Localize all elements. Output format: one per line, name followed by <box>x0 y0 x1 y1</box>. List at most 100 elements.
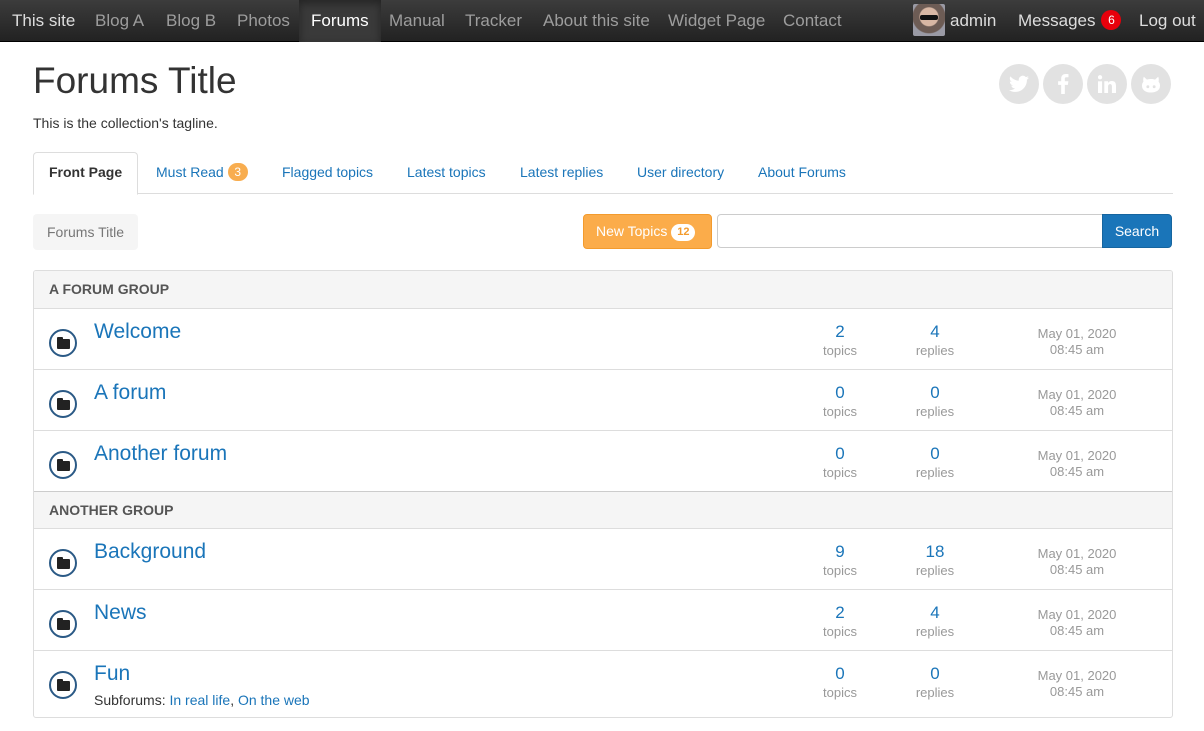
topics-stat: 0 topics <box>800 664 880 702</box>
topics-count[interactable]: 0 <box>800 664 880 684</box>
forum-row: A forum 0 topics 0 replies May 01, 2020 08:… <box>34 370 1172 431</box>
messages-count-badge: 6 <box>1101 10 1122 30</box>
folder-icon <box>49 329 77 357</box>
top-navbar: This site Blog A Blog B Photos Forums Ma… <box>0 0 1204 42</box>
replies-stat: 0 replies <box>895 383 975 421</box>
replies-count[interactable]: 4 <box>895 603 975 623</box>
forum-title-link[interactable]: A forum <box>94 381 166 405</box>
nav-contact[interactable]: Contact <box>783 0 842 42</box>
topics-count[interactable]: 2 <box>800 322 880 342</box>
tab-must-read-label: Must Read <box>156 164 224 180</box>
topics-stat: 2 topics <box>800 322 880 360</box>
github-icon[interactable] <box>1131 64 1171 104</box>
nav-blog-b[interactable]: Blog B <box>166 0 216 42</box>
nav-tracker[interactable]: Tracker <box>465 0 522 42</box>
topics-count[interactable]: 0 <box>800 383 880 403</box>
nav-manual[interactable]: Manual <box>389 0 445 42</box>
last-post-time: 08:45 am <box>1049 464 1105 479</box>
last-post-time: 08:45 am <box>1049 623 1105 638</box>
twitter-icon[interactable] <box>999 64 1039 104</box>
topics-stat: 9 topics <box>800 542 880 580</box>
folder-icon <box>49 390 77 418</box>
last-post-day: May 01, 2020 <box>1037 387 1117 402</box>
topics-count[interactable]: 9 <box>800 542 880 562</box>
last-post-time: 08:45 am <box>1049 403 1105 418</box>
nav-brand[interactable]: This site <box>12 0 75 42</box>
search-button[interactable]: Search <box>1102 214 1172 248</box>
folder-icon <box>49 549 77 577</box>
linkedin-icon[interactable] <box>1087 64 1127 104</box>
facebook-icon[interactable] <box>1043 64 1083 104</box>
replies-count[interactable]: 4 <box>895 322 975 342</box>
replies-label: replies <box>915 563 955 578</box>
nav-blog-a[interactable]: Blog A <box>95 0 144 42</box>
replies-stat: 4 replies <box>895 603 975 641</box>
nav-photos[interactable]: Photos <box>237 0 290 42</box>
topics-label: topics <box>823 563 857 578</box>
tab-about-forums[interactable]: About Forums <box>758 152 846 194</box>
topics-label: topics <box>823 685 857 700</box>
tab-flagged-topics[interactable]: Flagged topics <box>282 152 373 194</box>
last-post-day: May 01, 2020 <box>1037 668 1117 683</box>
last-post-day: May 01, 2020 <box>1037 326 1117 341</box>
page-tagline: This is the collection's tagline. <box>33 115 218 131</box>
tab-front-page[interactable]: Front Page <box>33 152 139 195</box>
group-header: ANOTHER GROUP <box>34 491 1172 529</box>
folder-icon <box>49 671 77 699</box>
tab-user-directory[interactable]: User directory <box>637 152 724 194</box>
page-title: Forums Title <box>33 60 237 101</box>
nav-forums[interactable]: Forums <box>299 0 381 42</box>
replies-label: replies <box>915 685 955 700</box>
tab-latest-replies[interactable]: Latest replies <box>520 152 603 194</box>
replies-stat: 0 replies <box>895 664 975 702</box>
tab-must-read[interactable]: Must Read 3 <box>156 152 248 194</box>
replies-stat: 4 replies <box>895 322 975 360</box>
forum-tabs: Front Page Must Read 3 Flagged topics Lat… <box>33 152 1173 195</box>
forum-title-link[interactable]: Background <box>94 540 206 564</box>
forum-list: A FORUM GROUP Welcome 2 topics 4 replies M… <box>33 270 1173 718</box>
group-header: A FORUM GROUP <box>34 271 1172 309</box>
replies-label: replies <box>915 465 955 480</box>
forum-row: Background 9 topics 18 replies May 01, 202… <box>34 529 1172 590</box>
forum-row: Another forum 0 topics 0 replies May 01, 2… <box>34 431 1172 492</box>
last-post-day: May 01, 2020 <box>1037 448 1117 463</box>
last-post-day: May 01, 2020 <box>1037 607 1117 622</box>
replies-label: replies <box>915 624 955 639</box>
nav-messages[interactable]: Messages 6 <box>1018 0 1122 42</box>
forum-title-link[interactable]: Another forum <box>94 442 227 466</box>
subforums-list: Subforums: In real life, On the web <box>94 692 310 708</box>
topics-count[interactable]: 2 <box>800 603 880 623</box>
replies-label: replies <box>915 404 955 419</box>
folder-icon <box>49 451 77 479</box>
avatar[interactable] <box>913 4 945 36</box>
replies-count[interactable]: 0 <box>895 664 975 684</box>
nav-about-site[interactable]: About this site <box>543 0 650 42</box>
topics-label: topics <box>823 624 857 639</box>
subforum-link[interactable]: On the web <box>238 692 310 708</box>
topics-stat: 2 topics <box>800 603 880 641</box>
last-post-date: May 01, 2020 08:45 am <box>1017 387 1137 419</box>
new-topics-button[interactable]: New Topics 12 <box>583 214 712 249</box>
forum-title-link[interactable]: News <box>94 601 147 625</box>
topics-stat: 0 topics <box>800 444 880 482</box>
nav-logout[interactable]: Log out <box>1139 0 1196 42</box>
last-post-date: May 01, 2020 08:45 am <box>1017 546 1137 578</box>
forum-row: News 2 topics 4 replies May 01, 2020 08:45 … <box>34 590 1172 651</box>
topics-count[interactable]: 0 <box>800 444 880 464</box>
new-topics-label: New Topics <box>596 223 668 239</box>
forum-title-link[interactable]: Welcome <box>94 320 181 344</box>
topics-label: topics <box>823 404 857 419</box>
search-input[interactable] <box>717 214 1103 248</box>
replies-count[interactable]: 0 <box>895 383 975 403</box>
nav-messages-label: Messages <box>1018 11 1096 30</box>
replies-count[interactable]: 18 <box>895 542 975 562</box>
replies-count[interactable]: 0 <box>895 444 975 464</box>
replies-stat: 0 replies <box>895 444 975 482</box>
nav-user[interactable]: admin <box>950 0 996 42</box>
forum-title-link[interactable]: Fun <box>94 662 130 686</box>
tab-latest-topics[interactable]: Latest topics <box>407 152 486 194</box>
nav-widget-page[interactable]: Widget Page <box>668 0 765 42</box>
breadcrumb[interactable]: Forums Title <box>33 214 139 250</box>
subforum-link[interactable]: In real life <box>169 692 230 708</box>
replies-label: replies <box>915 343 955 358</box>
